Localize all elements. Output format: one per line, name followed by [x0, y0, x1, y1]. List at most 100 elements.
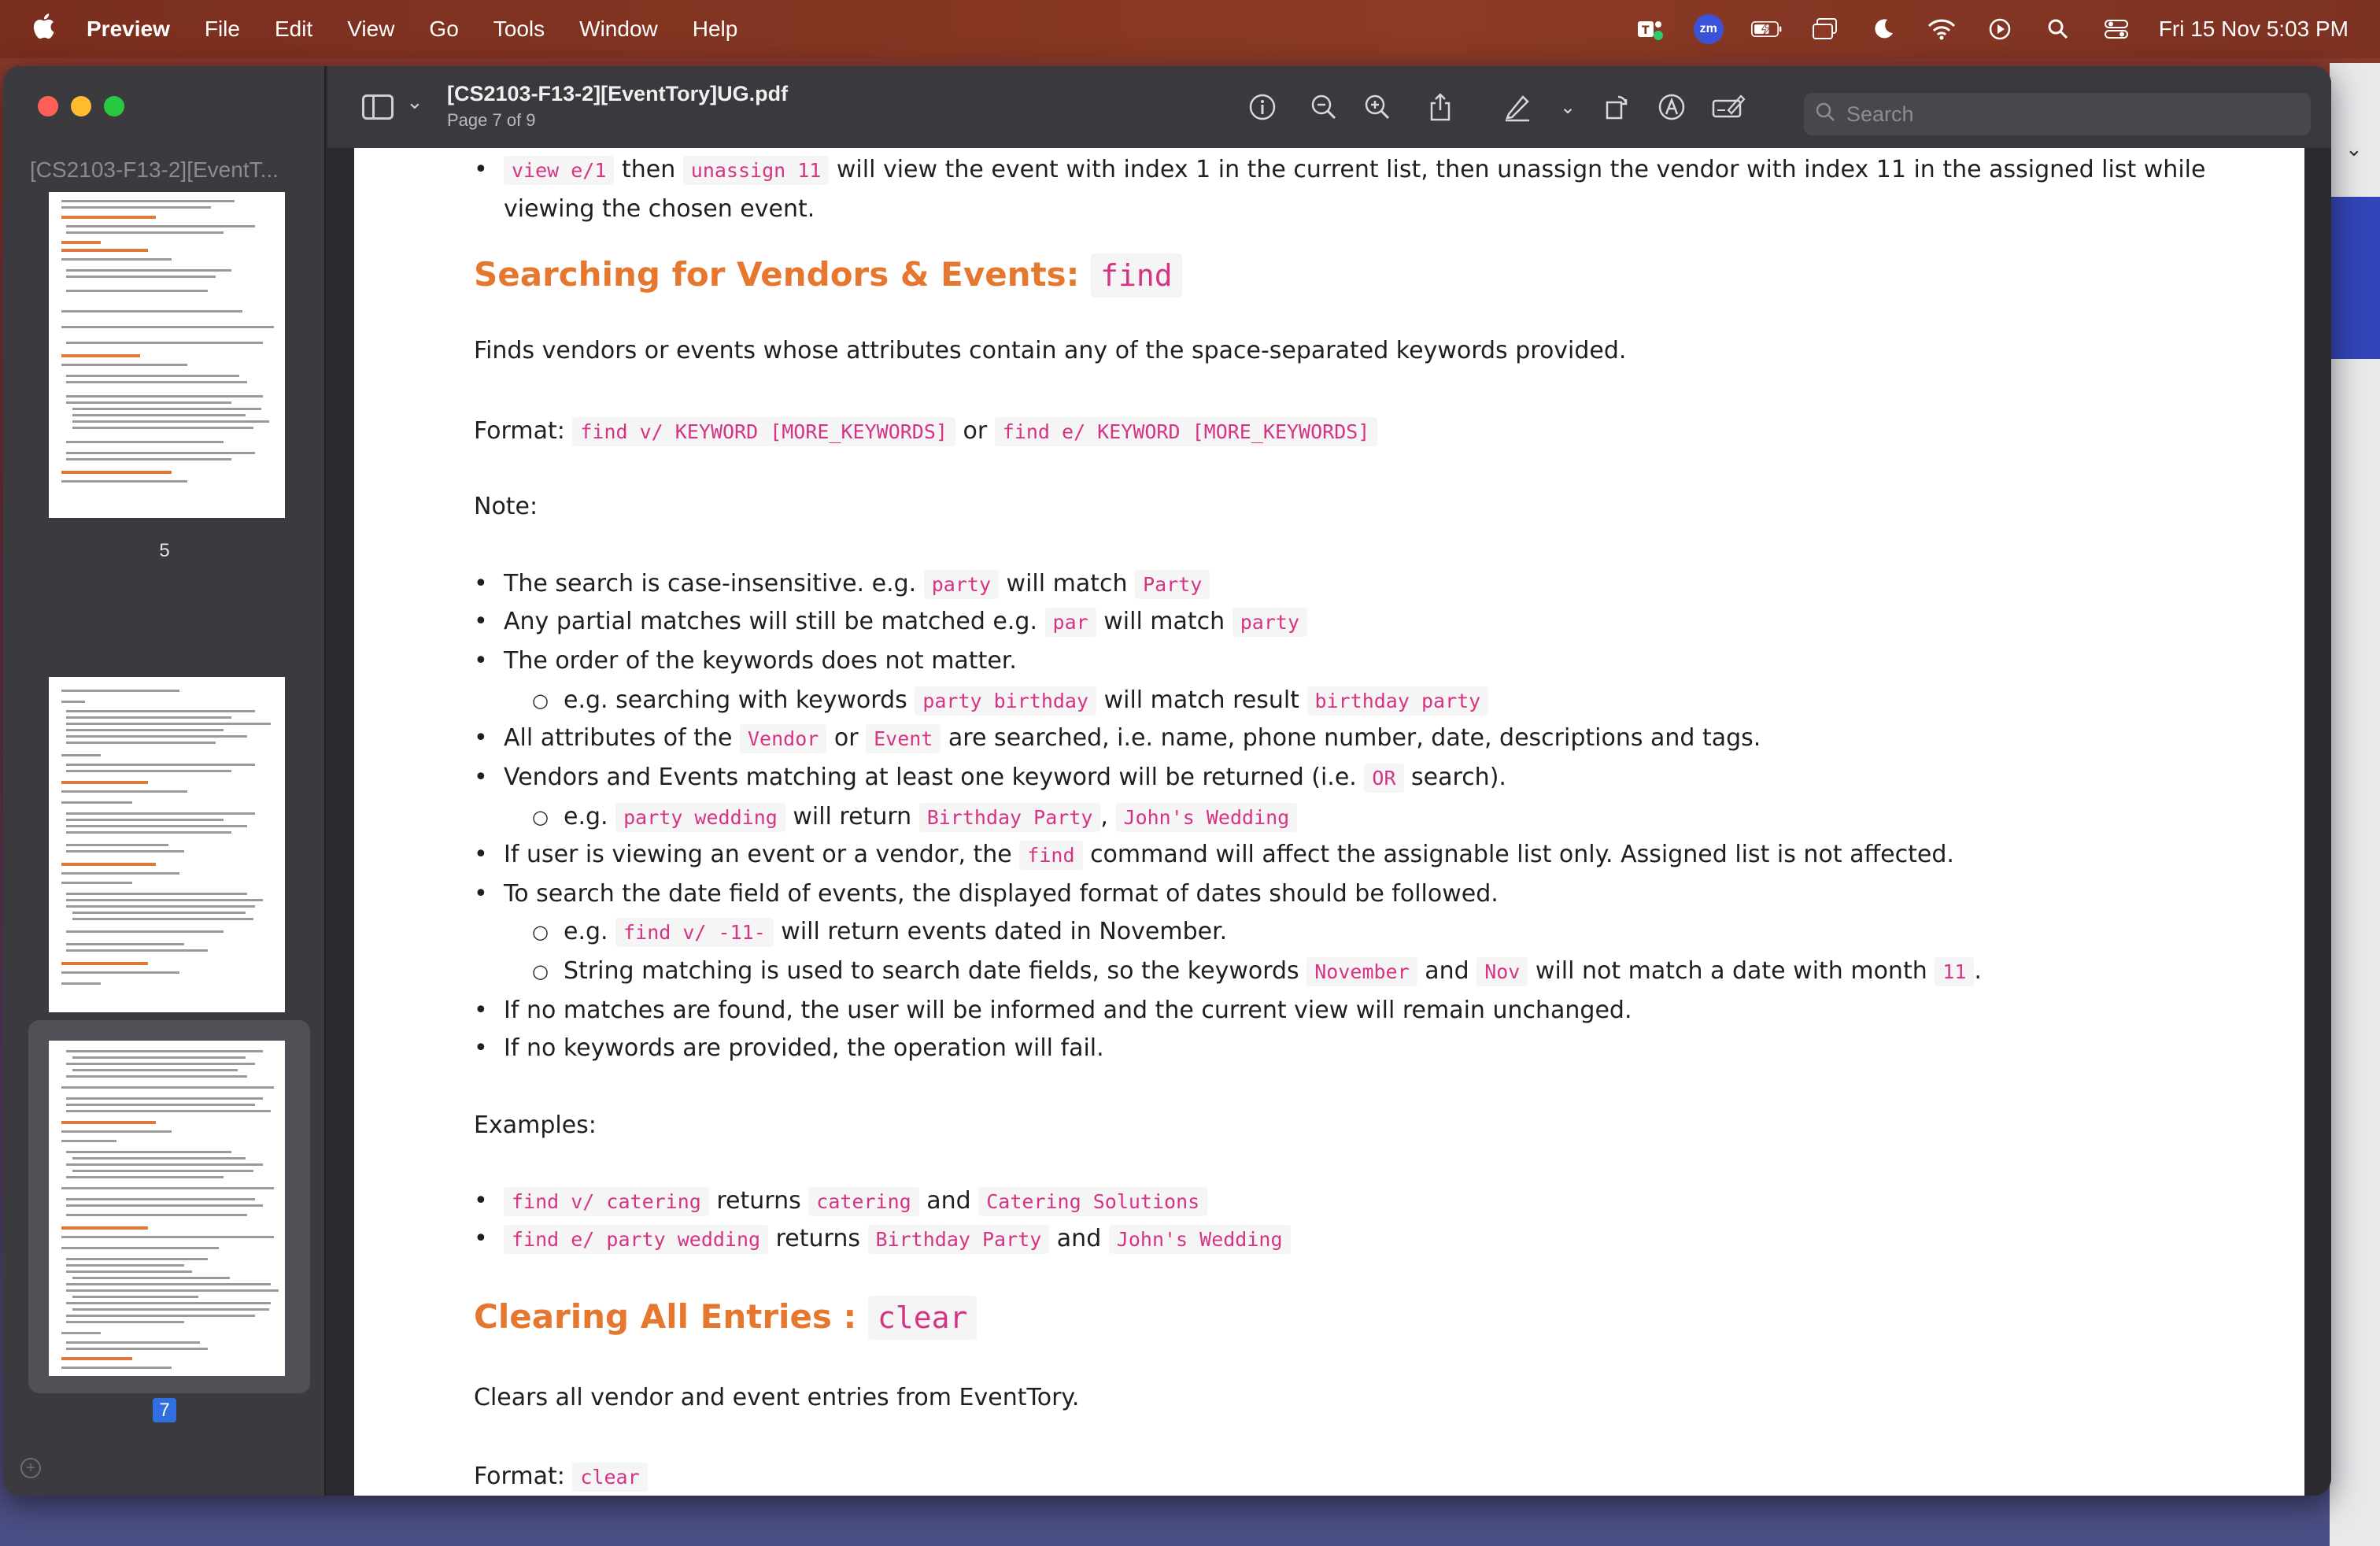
thumbnail-page-5[interactable]: 5	[25, 66, 304, 664]
text: returns	[716, 1187, 801, 1215]
menu-view[interactable]: View	[347, 17, 394, 42]
menu-edit[interactable]: Edit	[275, 17, 312, 42]
text: String matching is used to search date f…	[564, 957, 1299, 985]
text: and	[1056, 1225, 1102, 1252]
battery-icon[interactable]	[1750, 13, 1783, 45]
text: Format:	[474, 1463, 565, 1490]
markup-pen-icon[interactable]	[1499, 88, 1536, 126]
menu-bar: Preview File Edit View Go Tools Window H…	[0, 0, 2380, 58]
inline-code: Vendor	[739, 724, 827, 753]
menu-file[interactable]: File	[205, 17, 240, 42]
text: are searched, i.e. name, phone number, d…	[948, 724, 1761, 752]
text: will match	[1006, 570, 1128, 597]
rotate-icon[interactable]	[1598, 88, 1635, 126]
list-item: If user is viewing an event or a vendor,…	[474, 841, 1954, 870]
text: e.g.	[564, 918, 608, 945]
play-icon[interactable]	[1984, 13, 2016, 45]
section-heading-clear: Clearing All Entries : clear	[474, 1296, 978, 1340]
menu-help[interactable]: Help	[693, 17, 738, 42]
search-field[interactable]: Search	[1804, 93, 2311, 135]
text: The search is case-insensitive. e.g.	[504, 570, 917, 597]
text: then	[621, 156, 676, 183]
thumbnail-page-label: 5	[159, 540, 170, 561]
inline-code: par	[1044, 608, 1096, 637]
add-page-icon[interactable]: +	[20, 1458, 41, 1478]
inline-code: party	[923, 570, 999, 599]
wifi-icon[interactable]	[1926, 13, 1957, 45]
vertical-scrollbar[interactable]	[2304, 148, 2331, 1496]
list-item: find v/ catering returns catering and Ca…	[474, 1187, 1208, 1216]
inline-code: view e/1	[504, 156, 615, 185]
paragraph: Examples:	[474, 1111, 597, 1139]
annotate-icon[interactable]	[1653, 88, 1691, 126]
inline-code: clear	[867, 1296, 978, 1340]
inline-code: OR	[1364, 764, 1404, 793]
zoom-out-icon[interactable]	[1305, 88, 1343, 126]
inline-code: Birthday Party	[918, 803, 1101, 832]
control-center-icon[interactable]	[2101, 13, 2132, 45]
paragraph: Finds vendors or events whose attributes…	[474, 337, 1627, 364]
zoom-in-icon[interactable]	[1358, 88, 1396, 126]
form-fill-icon[interactable]	[1709, 88, 1747, 126]
list-item: view e/1 then unassign 11 will view the …	[474, 156, 2206, 185]
sub-list-item: e.g. searching with keywords party birth…	[532, 686, 1489, 716]
text: ,	[1100, 803, 1108, 830]
text: returns	[775, 1225, 860, 1252]
list-item: Any partial matches will still be matche…	[474, 608, 1308, 637]
text: will match	[1103, 608, 1225, 635]
text: Format:	[474, 417, 565, 445]
inline-code: find v/ -11-	[615, 918, 774, 947]
inline-code: clear	[572, 1463, 648, 1492]
heading-text: Clearing All Entries :	[474, 1297, 857, 1336]
info-icon[interactable]	[1244, 88, 1281, 126]
text: will view the event with index 1 in the …	[836, 156, 2206, 183]
inline-code: Event	[866, 724, 941, 753]
chevron-down-icon[interactable]: ⌄	[1549, 88, 1587, 126]
menubar-clock[interactable]: Fri 15 Nov 5:03 PM	[2159, 17, 2349, 42]
menu-tools[interactable]: Tools	[493, 17, 545, 42]
background-window-panel	[2330, 197, 2380, 359]
menu-window[interactable]: Window	[579, 17, 658, 42]
inline-code: November	[1306, 957, 1417, 986]
thumbnail-image	[49, 192, 285, 518]
thumbnail-page-label: 7	[25, 1398, 304, 1422]
heading-text: Searching for Vendors & Events:	[474, 255, 1080, 294]
preview-window: [CS2103-F13-2][EventT... 5 7 + ⌄ [CS2103…	[3, 66, 2331, 1496]
thumbnail-sidebar: [CS2103-F13-2][EventT... 5 7 +	[3, 66, 326, 1496]
sidebar-toggle-icon[interactable]	[362, 94, 394, 120]
thumbnail-page-6[interactable]: 6	[25, 609, 304, 1056]
inline-code: unassign 11	[682, 156, 830, 185]
background-window: ⌄	[2330, 63, 2380, 1546]
inline-code: John's Wedding	[1115, 803, 1298, 832]
inline-code: Nov	[1476, 957, 1528, 986]
text: If user is viewing an event or a vendor,…	[504, 841, 1012, 868]
apple-menu-icon[interactable]	[31, 13, 55, 46]
inline-code: find v/ KEYWORD [MORE_KEYWORDS]	[572, 417, 955, 446]
menu-app-name[interactable]: Preview	[87, 17, 170, 42]
text: will match result	[1103, 686, 1299, 714]
status-area: T zm Fri 15 Nov 5:03 PM	[1635, 0, 2349, 58]
text: If no keywords are provided, the operati…	[504, 1034, 1104, 1062]
share-icon[interactable]	[1421, 88, 1459, 126]
window-switch-icon[interactable]	[1809, 13, 1841, 45]
list-item: The search is case-insensitive. e.g. par…	[474, 570, 1210, 599]
spotlight-search-icon[interactable]	[2042, 13, 2074, 45]
chevron-down-icon[interactable]: ⌄	[2345, 137, 2363, 161]
menu-go[interactable]: Go	[429, 17, 458, 42]
inline-code: John's Wedding	[1108, 1225, 1291, 1254]
focus-moon-icon[interactable]	[1868, 13, 1899, 45]
list-item: If no keywords are provided, the operati…	[474, 1034, 1104, 1062]
list-item: find e/ party wedding returns Birthday P…	[474, 1225, 1291, 1254]
text: All attributes of the	[504, 724, 733, 752]
text: .	[1974, 957, 1982, 985]
inline-code: Party	[1135, 570, 1210, 599]
pdf-page-content[interactable]: view e/1 then unassign 11 will view the …	[354, 148, 2304, 1496]
chevron-down-icon[interactable]: ⌄	[406, 90, 423, 114]
text: and	[1425, 957, 1469, 985]
zoom-icon[interactable]: zm	[1693, 13, 1724, 45]
thumbnail-page-7[interactable]: 7	[25, 1019, 310, 1491]
search-placeholder: Search	[1846, 102, 1914, 126]
inline-code: party wedding	[615, 803, 785, 832]
text: will not match a date with month	[1535, 957, 1927, 985]
teams-icon[interactable]: T	[1635, 13, 1666, 45]
